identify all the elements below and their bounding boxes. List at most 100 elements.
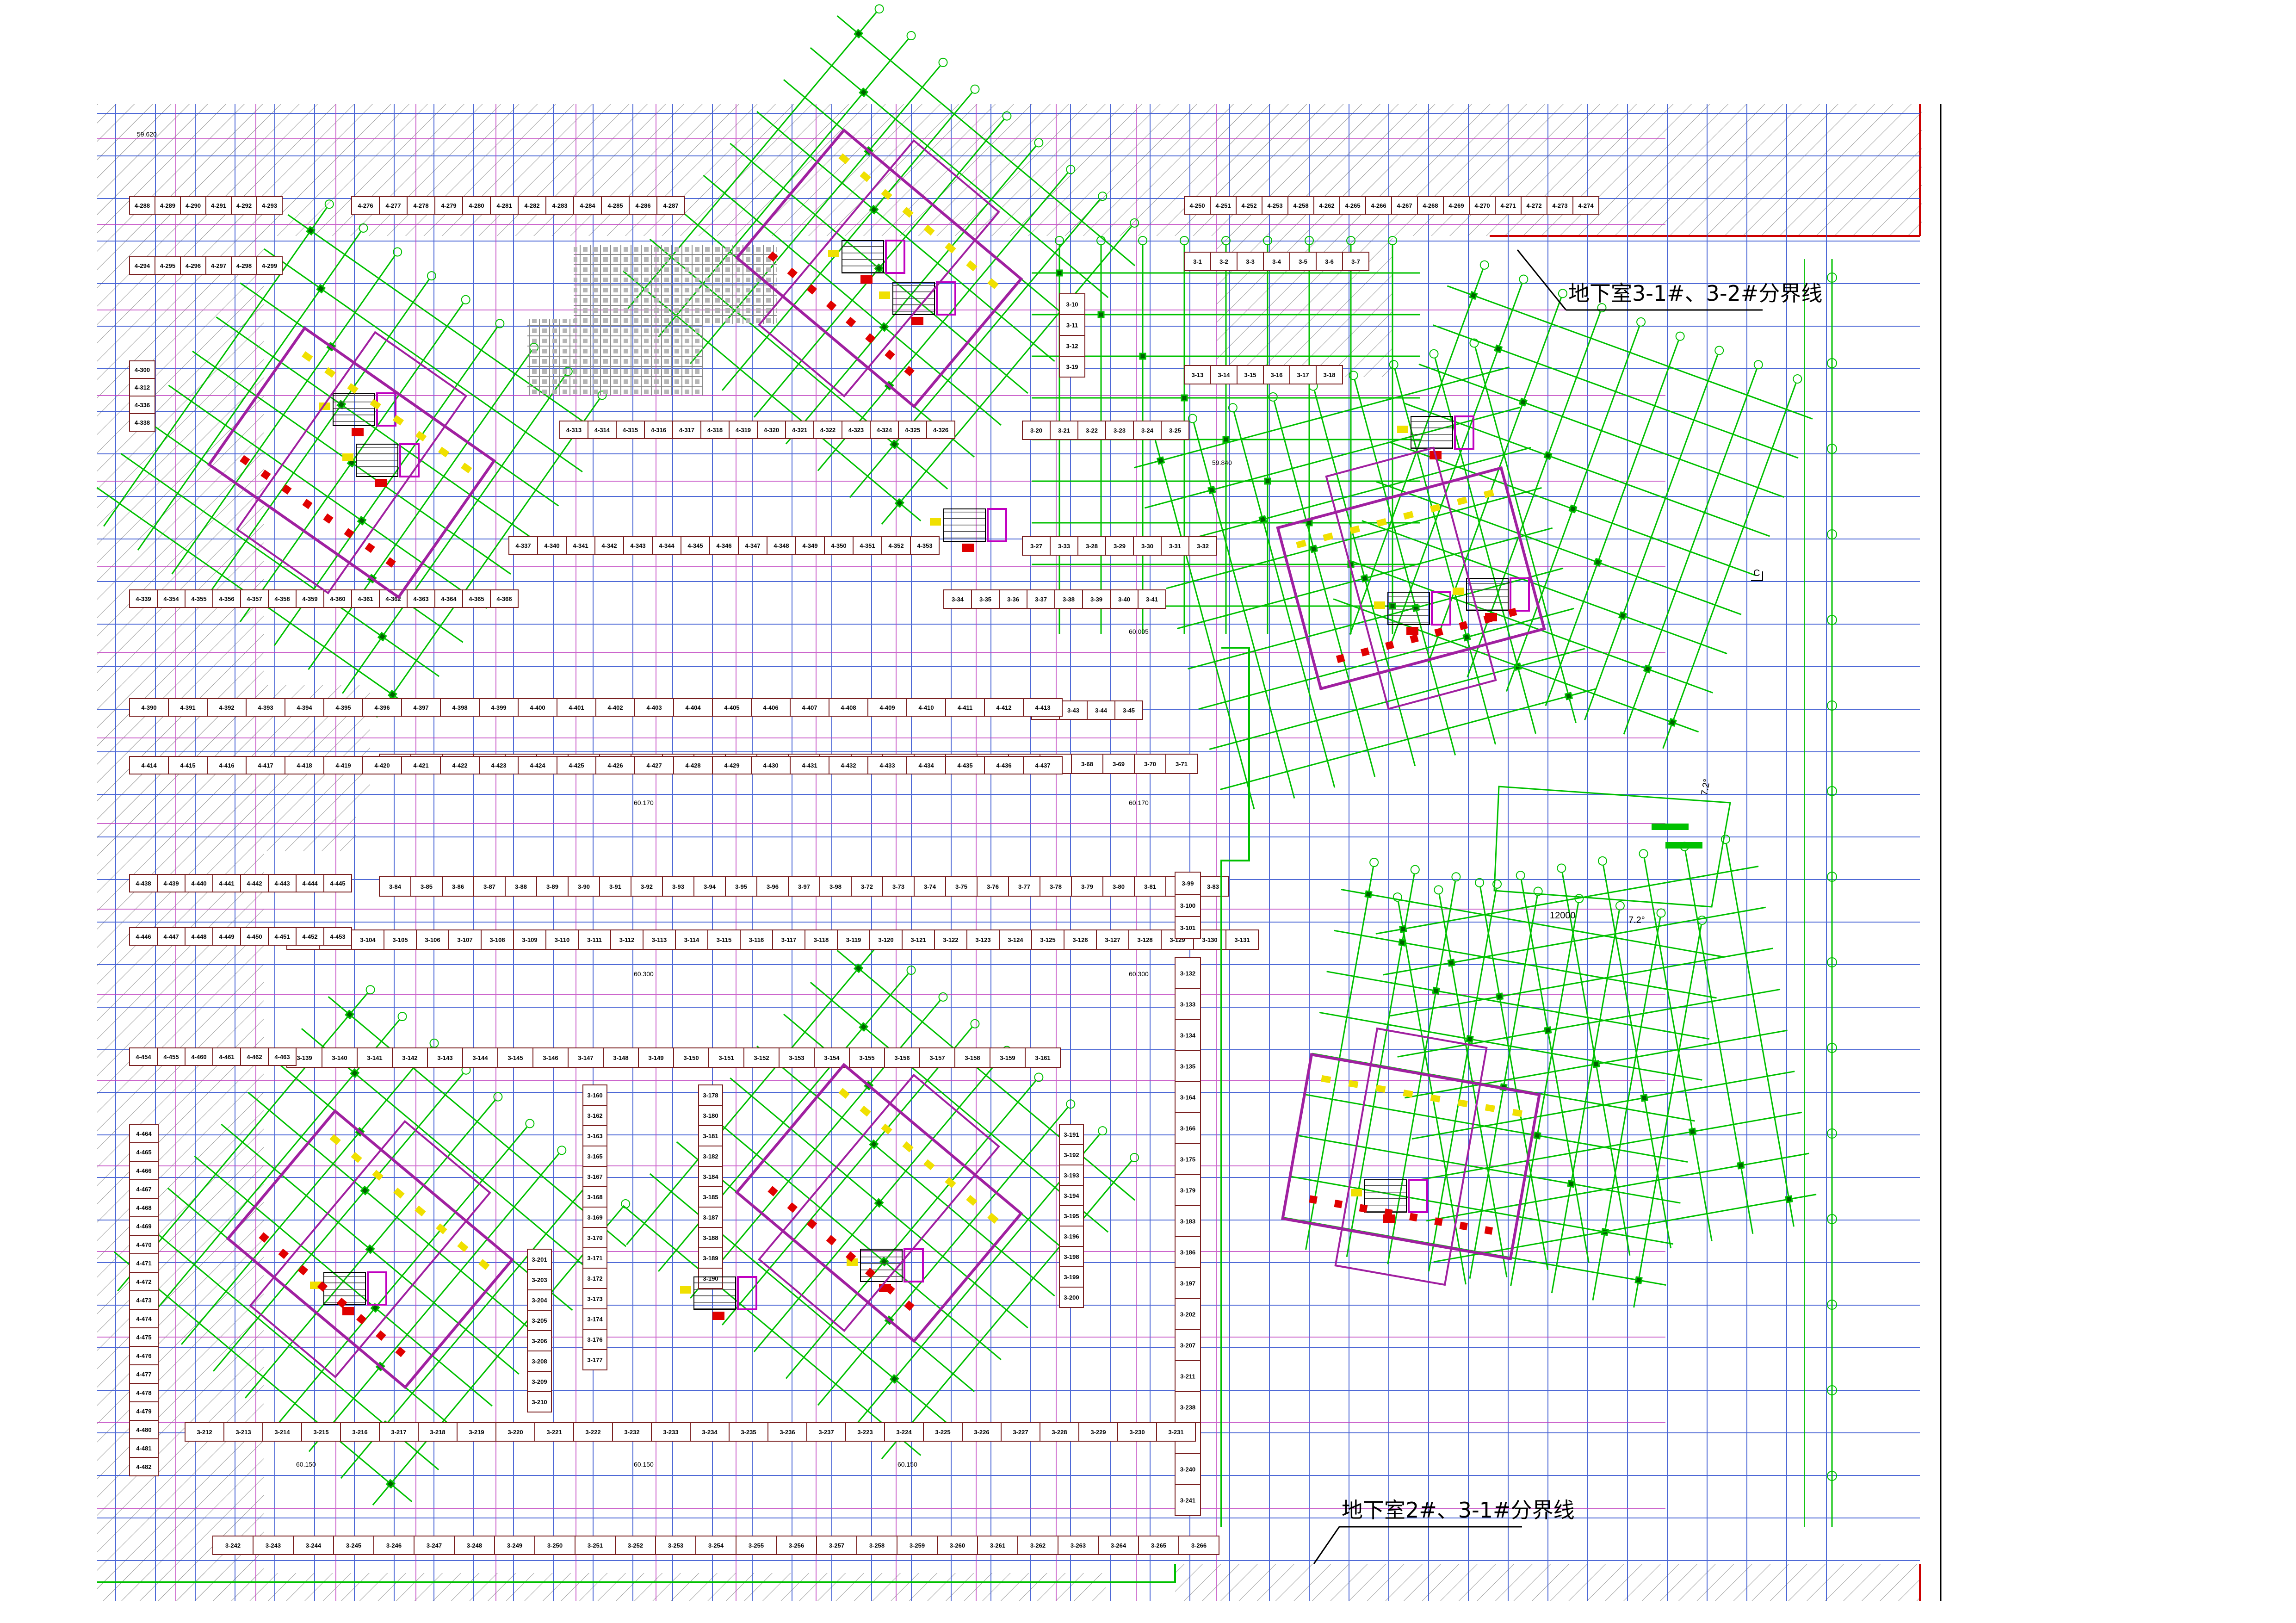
parking-bay-label: 3-259 [910,1542,925,1549]
parking-bay: 3-33 [1050,536,1078,556]
parking-bay-label: 4-323 [848,427,864,434]
parking-bay: 4-465 [129,1142,159,1162]
elevation-label: 60.150 [634,1461,654,1468]
parking-bay: 3-1 [1184,252,1211,271]
parking-bay-label: 3-124 [1008,936,1023,943]
parking-bay: 4-315 [616,421,645,439]
parking-bay: 3-153 [779,1047,815,1068]
parking-bay-label: 4-416 [219,762,234,769]
parking-bay: 3-106 [416,929,449,950]
parking-bay: 3-84 [379,876,411,897]
parking-bay: 4-319 [729,421,758,439]
parking-bay: 3-243 [253,1536,294,1555]
parking-bay-label: 4-477 [136,1371,151,1378]
parking-bay: 3-229 [1078,1422,1118,1442]
parking-bay: 3-213 [223,1422,263,1442]
parking-bay: 3-264 [1098,1536,1139,1555]
parking-bay: 3-140 [322,1047,358,1068]
parking-bay: 4-280 [462,196,491,215]
parking-bay-label: 4-289 [160,202,175,209]
parking-bay: 4-298 [231,256,257,275]
parking-bay: 4-438 [129,874,158,892]
parking-bay-label: 3-134 [1180,1032,1196,1039]
elevation-label: 60.300 [1129,970,1149,978]
parking-bay: 4-467 [129,1179,159,1199]
parking-bay-label: 3-18 [1323,372,1335,378]
parking-bay: 4-448 [185,927,213,946]
parking-bay: 4-443 [268,874,297,892]
parking-bay-label: 4-326 [933,427,948,434]
parking-bay: 3-37 [1027,589,1055,609]
parking-bay-label: 4-339 [136,595,151,602]
parking-bay: 3-206 [527,1330,552,1351]
parking-bay-label: 3-149 [648,1054,663,1061]
parking-bay: 4-312 [129,378,155,396]
parking-bay-label: 3-215 [313,1429,328,1436]
parking-bay: 4-270 [1469,196,1496,215]
parking-bay-label: 3-131 [1234,936,1250,943]
parking-bay: 3-182 [698,1146,723,1167]
parking-bay: 4-357 [240,589,269,608]
parking-bay-label: 4-482 [136,1463,151,1470]
parking-bay: 4-322 [813,421,842,439]
parking-bay: 4-294 [129,256,155,275]
parking-bay-label: 3-222 [585,1429,600,1436]
parking-bay: 3-99 [1175,872,1201,895]
parking-bay-label: 3-179 [1180,1187,1195,1194]
parking-bay: 3-112 [610,929,644,950]
parking-bay: 4-276 [351,196,380,215]
parking-bay: 4-364 [434,589,463,608]
parking-bay-label: 3-249 [507,1542,522,1549]
parking-bay: 4-324 [870,421,899,439]
parking-bay-label: 3-258 [869,1542,885,1549]
parking-bay: 3-35 [971,589,1000,609]
parking-bay-label: 3-117 [781,936,797,943]
parking-bay: 3-116 [740,929,773,950]
parking-bay: 4-436 [984,756,1024,774]
parking-bay: 3-135 [1175,1050,1201,1082]
parking-bay-label: 4-293 [262,202,277,209]
parking-bay: 4-402 [595,698,635,717]
parking-bay: 3-122 [934,929,967,950]
parking-bay-label: 3-255 [749,1542,764,1549]
parking-bay: 3-145 [497,1047,533,1068]
parking-bay-label: 4-318 [707,427,723,434]
parking-bay-label: 3-94 [704,883,716,890]
parking-bay: 3-240 [1175,1453,1201,1485]
parking-bay: 4-478 [129,1383,159,1402]
parking-bay-label: 4-417 [258,762,273,769]
parking-bay: 4-299 [256,256,283,275]
parking-bay-label: 3-167 [587,1173,602,1180]
parking-bay: 4-469 [129,1216,159,1236]
parking-bay: 4-476 [129,1346,159,1365]
elevation-label: 59.840 [1212,459,1232,466]
parking-bay: 3-16 [1263,365,1290,384]
parking-bay: 3-246 [373,1536,415,1555]
parking-bay-label: 3-11 [1066,322,1078,329]
parking-bay: 4-446 [129,927,158,946]
parking-bay: 3-234 [690,1422,730,1442]
parking-bay-label: 4-446 [136,933,151,940]
parking-bay-label: 4-411 [958,704,973,711]
parking-bay: 3-24 [1133,421,1162,440]
parking-bay-label: 3-212 [197,1429,212,1436]
parking-bay: 4-471 [129,1253,159,1273]
parking-bay: 3-156 [884,1047,920,1068]
parking-bay-label: 4-278 [413,202,428,209]
parking-bay-label: 3-228 [1052,1429,1067,1436]
parking-bay: 3-88 [505,876,537,897]
parking-bay: 3-210 [527,1391,552,1412]
parking-bay-label: 4-271 [1500,202,1516,209]
parking-bay-label: 3-265 [1151,1542,1166,1549]
parking-bay-label: 4-432 [841,762,856,769]
parking-bay: 4-314 [588,421,617,439]
parking-bay: 3-91 [599,876,631,897]
parking-bay: 4-354 [157,589,186,608]
parking-bay: 3-244 [293,1536,334,1555]
parking-bay-label: 4-462 [247,1053,262,1060]
parking-bay: 3-188 [698,1227,723,1248]
parking-bay-label: 4-348 [774,542,789,549]
parking-bay-label: 4-272 [1526,202,1541,209]
parking-bay-label: 3-175 [1180,1156,1195,1163]
parking-bay-label: 4-470 [136,1241,151,1248]
